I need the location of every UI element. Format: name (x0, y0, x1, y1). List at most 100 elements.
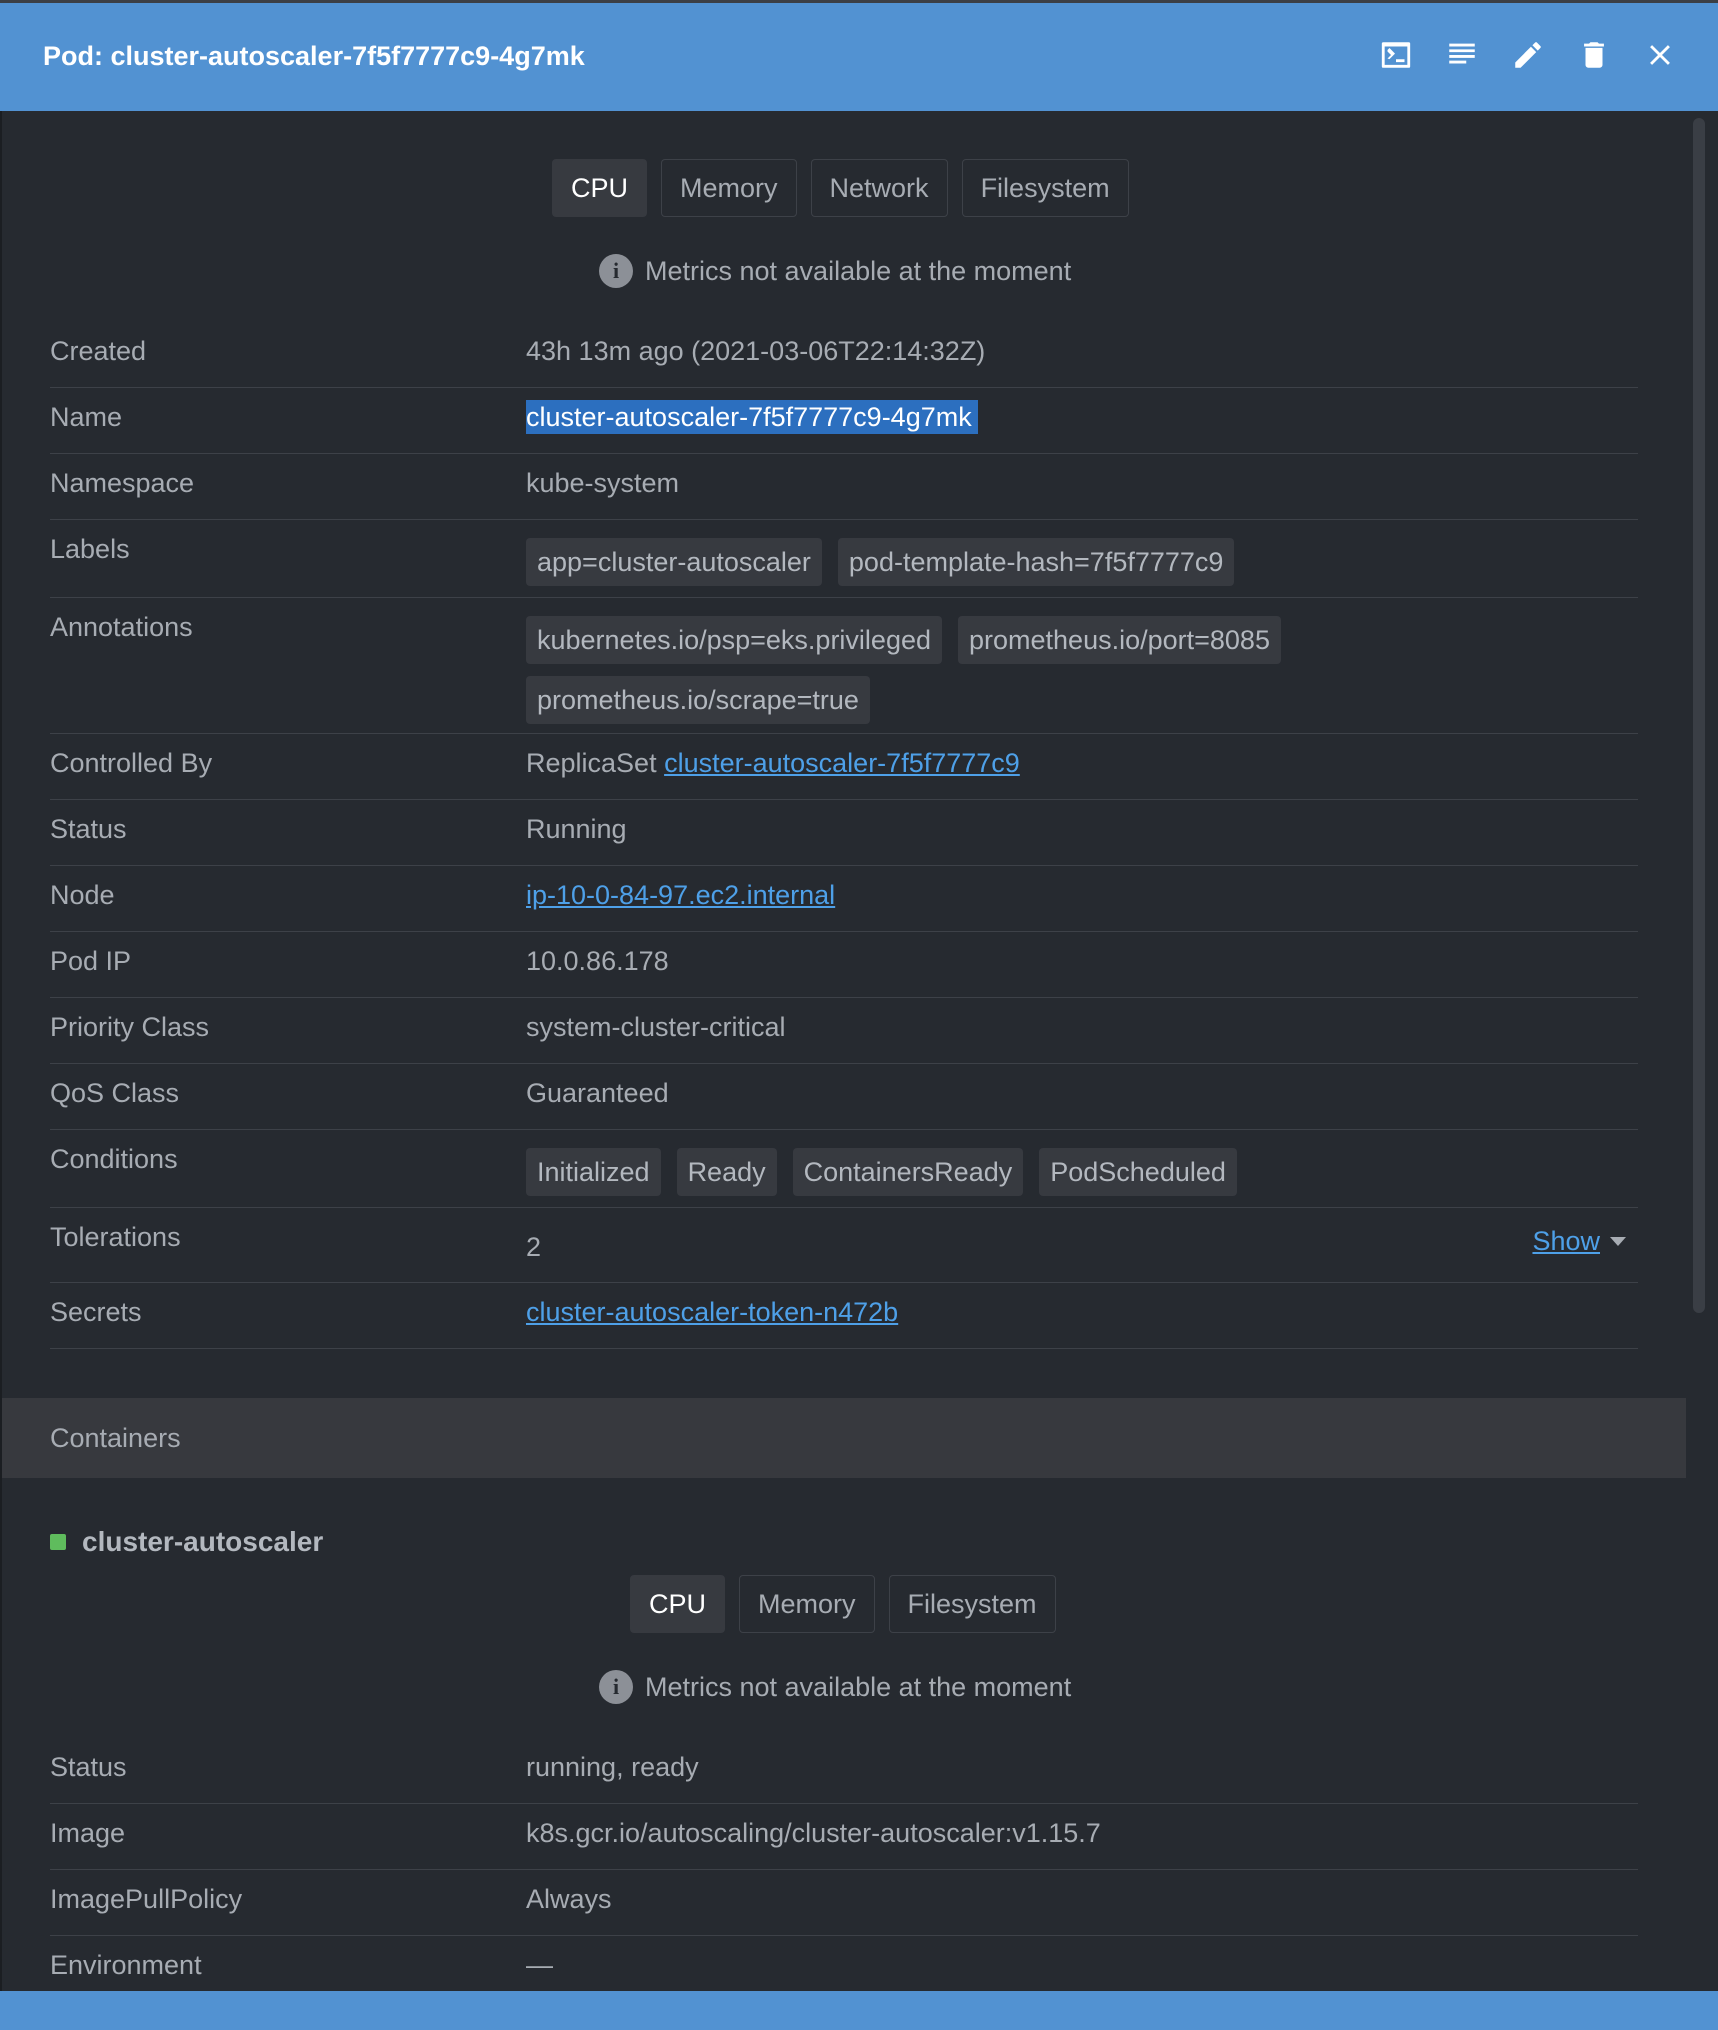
header-actions (1378, 37, 1678, 73)
container-tab-filesystem[interactable]: Filesystem (888, 1575, 1056, 1633)
tolerations-show-toggle[interactable]: Show (1532, 1226, 1626, 1257)
drawer-title: Pod: cluster-autoscaler-7f5f7777c9-4g7mk (43, 41, 585, 71)
secrets-value: cluster-autoscaler-token-n472b (526, 1297, 1638, 1328)
tolerations-count: 2 (526, 1232, 542, 1262)
row-image-pull-policy: ImagePullPolicy Always (50, 1870, 1638, 1936)
node-link[interactable]: ip-10-0-84-97.ec2.internal (526, 880, 835, 910)
annotation-badge: prometheus.io/port=8085 (958, 616, 1281, 664)
row-label: Priority Class (50, 1012, 210, 1042)
row-label: Status (50, 1752, 127, 1782)
container-metrics-notice-text: Metrics not available at the moment (645, 1671, 1072, 1702)
row-priority-class: Priority Class system-cluster-critical (50, 998, 1638, 1064)
tab-filesystem[interactable]: Filesystem (961, 159, 1129, 217)
row-container-status: Status running, ready (50, 1738, 1638, 1804)
owner-kind: ReplicaSet (526, 748, 657, 778)
row-label: Node (50, 880, 115, 910)
row-controlled-by: Controlled By ReplicaSet cluster-autosca… (50, 734, 1638, 800)
container-metrics-tabs: CPU Memory Filesystem (630, 1575, 1056, 1633)
annotation-badge: kubernetes.io/psp=eks.privileged (526, 616, 942, 664)
namespace-value: kube-system (526, 468, 680, 498)
row-pod-ip: Pod IP 10.0.86.178 (50, 932, 1638, 998)
container-tab-cpu[interactable]: CPU (630, 1575, 726, 1633)
delete-icon[interactable] (1576, 37, 1612, 73)
info-icon: i (599, 254, 633, 288)
row-image: Image k8s.gcr.io/autoscaling/cluster-aut… (50, 1804, 1638, 1870)
row-qos-class: QoS Class Guaranteed (50, 1064, 1638, 1130)
container-tab-memory[interactable]: Memory (739, 1575, 875, 1633)
scrollbar[interactable] (1693, 118, 1705, 1313)
condition-badge: Initialized (526, 1148, 661, 1196)
row-label: Created (50, 336, 147, 366)
row-created: Created 43h 13m ago (2021-03-06T22:14:32… (50, 322, 1638, 388)
environment-value: — (526, 1950, 553, 1980)
condition-badge: Ready (676, 1148, 777, 1196)
close-icon[interactable] (1642, 37, 1678, 73)
container-name: cluster-autoscaler (82, 1526, 324, 1557)
show-link[interactable]: Show (1532, 1226, 1600, 1257)
drawer-header: Pod: cluster-autoscaler-7f5f7777c9-4g7mk (0, 0, 1718, 111)
row-secrets: Secrets cluster-autoscaler-token-n472b (50, 1283, 1638, 1349)
metrics-tabs: CPU Memory Network Filesystem (552, 159, 1129, 217)
owner-link[interactable]: cluster-autoscaler-7f5f7777c9 (664, 748, 1020, 778)
terminal-icon[interactable] (1378, 37, 1414, 73)
row-label: Annotations (50, 612, 193, 642)
labels-list: app=cluster-autoscaler pod-template-hash… (526, 538, 1638, 586)
annotations-list: kubernetes.io/psp=eks.privileged prometh… (526, 616, 1338, 724)
row-environment: Environment — (50, 1936, 1638, 1991)
qos-class-value: Guaranteed (526, 1078, 669, 1108)
selected-text[interactable]: cluster-autoscaler-7f5f7777c9-4g7mk (526, 400, 978, 434)
container-status-value: running, ready (526, 1752, 699, 1782)
row-label: QoS Class (50, 1078, 180, 1108)
info-icon: i (599, 1670, 633, 1704)
containers-section-title: Containers (2, 1398, 1686, 1478)
row-label: Name (50, 402, 123, 432)
status-bar (0, 1991, 1718, 2030)
metrics-notice-text: Metrics not available at the moment (645, 255, 1072, 286)
row-node: Node ip-10-0-84-97.ec2.internal (50, 866, 1638, 932)
priority-class-value: system-cluster-critical (526, 1012, 786, 1042)
logs-icon[interactable] (1444, 37, 1480, 73)
row-label: Controlled By (50, 748, 213, 778)
condition-badge: ContainersReady (792, 1148, 1024, 1196)
label-badge: pod-template-hash=7f5f7777c9 (837, 538, 1235, 586)
status-value: Running (526, 814, 627, 844)
tab-network[interactable]: Network (810, 159, 948, 217)
pull-policy-value: Always (526, 1884, 612, 1914)
row-labels: Labels app=cluster-autoscaler pod-templa… (50, 520, 1638, 598)
container-status-dot (50, 1534, 66, 1550)
row-label: Namespace (50, 468, 195, 498)
created-value: 43h 13m ago (2021-03-06T22:14:32Z) (526, 336, 986, 366)
row-label: Pod IP (50, 946, 132, 976)
condition-badge: PodScheduled (1039, 1148, 1237, 1196)
chevron-down-icon[interactable] (1610, 1237, 1626, 1246)
node-value: ip-10-0-84-97.ec2.internal (526, 880, 1638, 911)
controlled-by-value: ReplicaSet cluster-autoscaler-7f5f7777c9 (526, 748, 1638, 779)
pod-ip-value: 10.0.86.178 (526, 946, 669, 976)
row-label: Conditions (50, 1144, 178, 1174)
row-tolerations: Tolerations 2 Show (50, 1208, 1638, 1283)
label-badge: app=cluster-autoscaler (526, 538, 822, 586)
image-value: k8s.gcr.io/autoscaling/cluster-autoscale… (526, 1818, 1101, 1848)
edit-icon[interactable] (1510, 37, 1546, 73)
row-label: ImagePullPolicy (50, 1884, 243, 1914)
row-label: Environment (50, 1950, 202, 1980)
row-name: Name cluster-autoscaler-7f5f7777c9-4g7mk (50, 388, 1638, 454)
container-metrics-notice: i Metrics not available at the moment (599, 1670, 1071, 1704)
row-label: Status (50, 814, 127, 844)
row-conditions: Conditions Initialized Ready ContainersR… (50, 1130, 1638, 1208)
row-label: Secrets (50, 1297, 142, 1327)
tab-memory[interactable]: Memory (661, 159, 797, 217)
row-status: Status Running (50, 800, 1638, 866)
row-label: Tolerations (50, 1222, 181, 1252)
conditions-list: Initialized Ready ContainersReady PodSch… (526, 1148, 1638, 1196)
name-value[interactable]: cluster-autoscaler-7f5f7777c9-4g7mk (526, 400, 1638, 434)
metrics-notice: i Metrics not available at the moment (599, 254, 1071, 288)
row-label: Labels (50, 534, 130, 564)
container-header: cluster-autoscaler (50, 1526, 323, 1558)
row-annotations: Annotations kubernetes.io/psp=eks.privil… (50, 598, 1638, 734)
annotation-badge: prometheus.io/scrape=true (526, 676, 870, 724)
row-namespace: Namespace kube-system (50, 454, 1638, 520)
secret-link[interactable]: cluster-autoscaler-token-n472b (526, 1297, 898, 1327)
row-label: Image (50, 1818, 126, 1848)
tab-cpu[interactable]: CPU (552, 159, 648, 217)
